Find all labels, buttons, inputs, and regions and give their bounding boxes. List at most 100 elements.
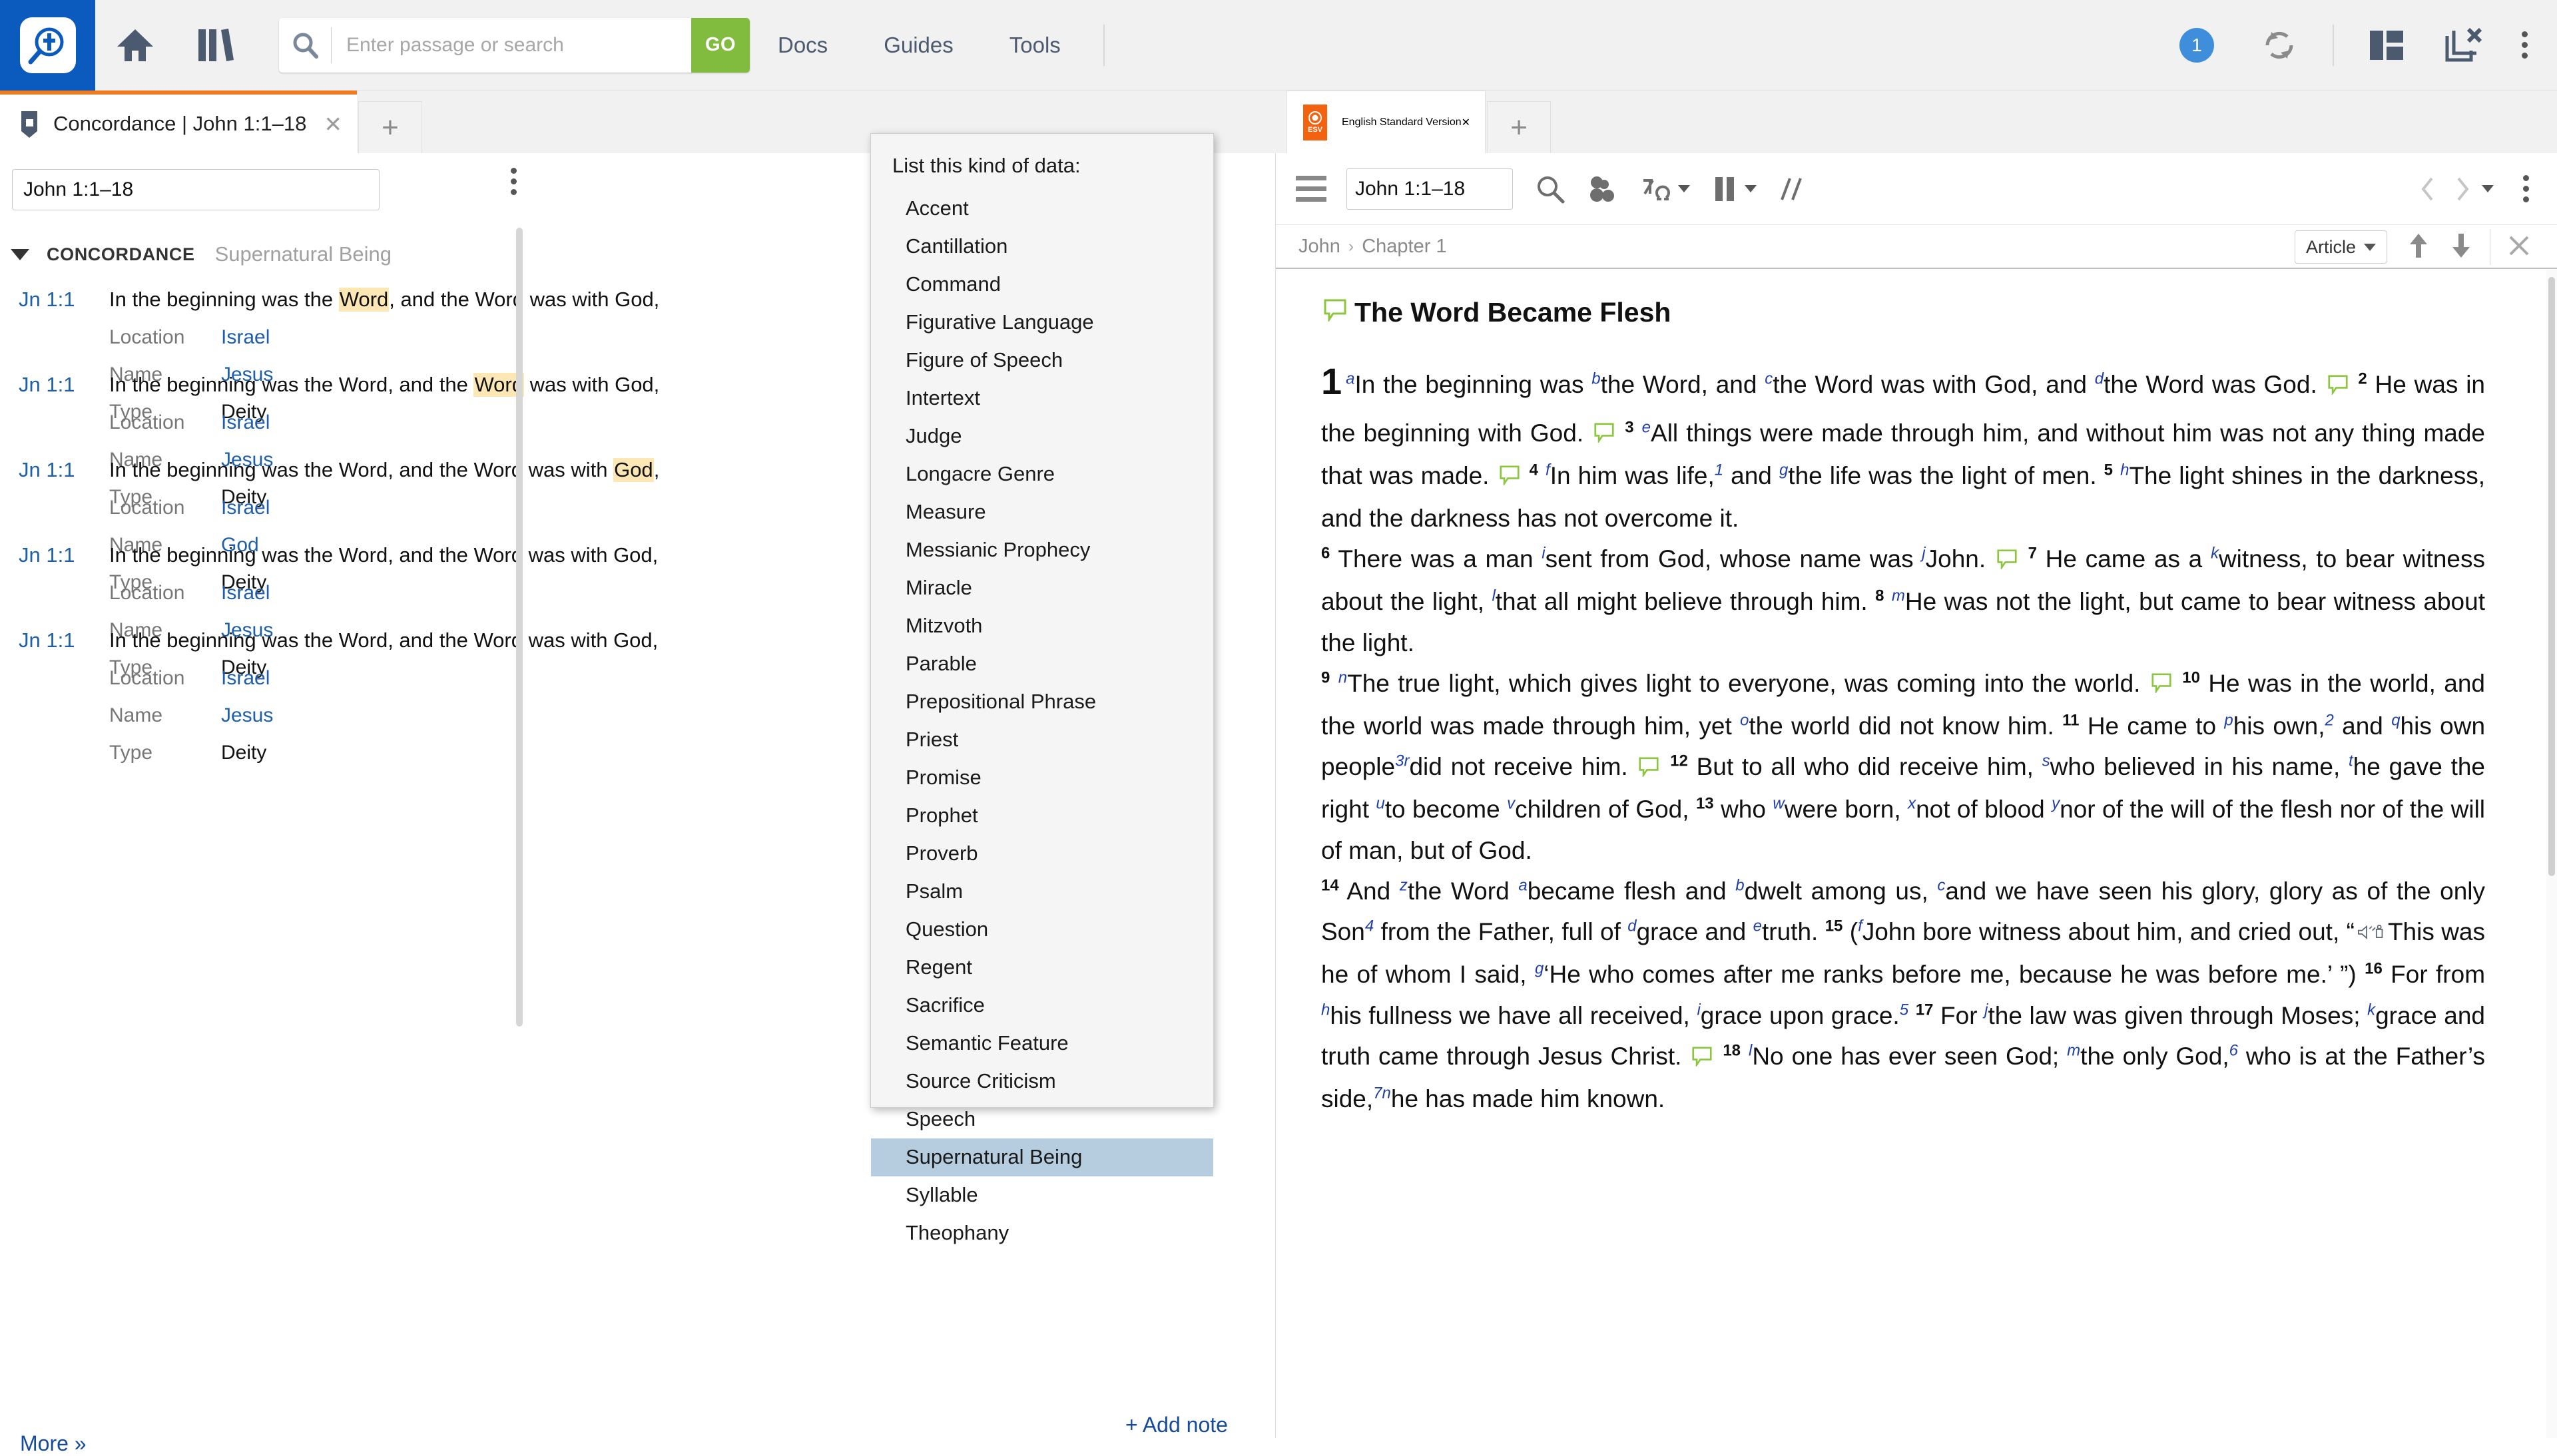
parallel-resource-button[interactable]	[1713, 174, 1757, 204]
breadcrumb-book[interactable]: John	[1298, 236, 1340, 258]
verse-snippet[interactable]: In the beginning was the Word, and the W…	[109, 458, 659, 482]
verse-number[interactable]: 2	[2358, 370, 2367, 388]
menu-item-question[interactable]: Question	[871, 911, 1213, 949]
note-bubble-icon[interactable]	[1499, 457, 1520, 497]
nav-link-docs[interactable]: Docs	[778, 33, 828, 58]
cross-reference-marker[interactable]: q	[2391, 712, 2400, 730]
cross-reference-marker[interactable]: s	[2042, 752, 2050, 770]
menu-item-promise[interactable]: Promise	[871, 759, 1213, 797]
cross-reference-marker[interactable]: h	[1321, 1001, 1330, 1019]
tab-concordance[interactable]: Concordance | John 1:1–18 ✕	[0, 91, 357, 153]
cross-reference-marker[interactable]: c	[1765, 370, 1773, 388]
verse-number[interactable]: 3	[1625, 419, 1633, 437]
note-bubble-icon[interactable]	[2151, 664, 2171, 705]
nav-link-tools[interactable]: Tools	[1009, 33, 1061, 58]
new-tab-button-left[interactable]: +	[358, 101, 422, 153]
cross-reference-marker[interactable]: o	[1740, 712, 1749, 730]
search-input[interactable]	[332, 17, 691, 73]
add-note-link[interactable]: + Add note	[1125, 1413, 1228, 1437]
menu-item-sacrifice[interactable]: Sacrifice	[871, 987, 1213, 1025]
cross-reference-marker[interactable]: n	[1382, 1085, 1391, 1102]
history-forward-button[interactable]	[2452, 174, 2472, 204]
attribute-value[interactable]: Israel	[221, 497, 270, 519]
menu-item-speech[interactable]: Speech	[871, 1100, 1213, 1138]
previous-article-button[interactable]	[2407, 231, 2430, 264]
footnote-marker[interactable]: 6	[2229, 1042, 2238, 1060]
verse-reference-link[interactable]: Jn 1:1	[19, 543, 80, 567]
verse-number[interactable]: 15	[1825, 917, 1843, 935]
tab-esv[interactable]: ESV English Standard Version ✕	[1286, 91, 1486, 153]
cross-reference-marker[interactable]: g	[1779, 461, 1788, 479]
cross-reference-marker[interactable]: d	[2095, 370, 2104, 388]
library-button[interactable]	[175, 0, 255, 91]
verse-number[interactable]: 6	[1321, 545, 1330, 563]
verse-snippet[interactable]: In the beginning was the Word, and the W…	[109, 288, 659, 312]
new-tab-button-right[interactable]: +	[1487, 101, 1552, 153]
verse-number[interactable]: 12	[1670, 752, 1688, 770]
cross-reference-marker[interactable]: a	[1518, 877, 1527, 895]
breadcrumb-chapter[interactable]: Chapter 1	[1362, 236, 1446, 258]
cross-reference-marker[interactable]: c	[1937, 877, 1945, 895]
menu-item-accent[interactable]: Accent	[871, 190, 1213, 228]
menu-item-parable[interactable]: Parable	[871, 645, 1213, 683]
visual-filters-button[interactable]	[1587, 175, 1617, 203]
menu-item-prophet[interactable]: Prophet	[871, 797, 1213, 835]
cross-reference-marker[interactable]: v	[1507, 795, 1515, 813]
next-article-button[interactable]	[2450, 231, 2472, 264]
cross-reference-marker[interactable]: w	[1773, 795, 1784, 813]
verse-number[interactable]: 8	[1875, 587, 1884, 605]
verse-snippet[interactable]: In the beginning was the Word, and the W…	[109, 373, 659, 397]
verse-number[interactable]: 17	[1916, 1001, 1934, 1019]
cross-reference-marker[interactable]: r	[1404, 752, 1409, 770]
data-type-dropdown-menu[interactable]: List this kind of data: Accent Cantillati…	[870, 133, 1214, 1244]
cross-reference-marker[interactable]: h	[2120, 461, 2129, 479]
menu-item-mitzvoth[interactable]: Mitzvoth	[871, 607, 1213, 645]
notification-badge[interactable]: 1	[2179, 27, 2214, 63]
note-bubble-icon[interactable]	[1324, 297, 1346, 328]
verse-reference-link[interactable]: Jn 1:1	[19, 458, 80, 482]
cross-reference-marker[interactable]: b	[1591, 370, 1600, 388]
footnote-marker[interactable]: 3	[1395, 752, 1404, 770]
left-scrollbar[interactable]	[514, 228, 525, 1426]
menu-item-source-criticism[interactable]: Source Criticism	[871, 1063, 1213, 1100]
attribute-value[interactable]: Jesus	[221, 704, 273, 727]
resource-search-button[interactable]	[1536, 174, 1565, 204]
verse-number[interactable]: 9	[1321, 669, 1330, 687]
attribute-value[interactable]: Israel	[221, 667, 270, 690]
sync-button[interactable]	[2261, 27, 2298, 64]
cross-reference-marker[interactable]: e	[1753, 917, 1762, 935]
cross-reference-marker[interactable]: e	[1642, 419, 1651, 437]
compare-versions-button[interactable]	[1779, 174, 1806, 204]
verse-number[interactable]: 16	[2365, 960, 2383, 978]
history-back-button[interactable]	[2418, 174, 2438, 204]
cross-reference-marker[interactable]: l	[1492, 587, 1495, 605]
search-go-button[interactable]: GO	[691, 17, 750, 73]
note-bubble-icon[interactable]	[1639, 748, 1659, 789]
cross-reference-marker[interactable]: u	[1376, 795, 1384, 813]
menu-item-syllable[interactable]: Syllable	[871, 1176, 1213, 1214]
cross-reference-marker[interactable]: t	[2349, 752, 2353, 770]
reference-input-left[interactable]	[12, 169, 380, 210]
cross-reference-marker[interactable]: x	[1908, 795, 1916, 813]
note-bubble-icon[interactable]	[1997, 541, 2017, 581]
attribute-value[interactable]: Israel	[221, 582, 270, 605]
article-scope-dropdown[interactable]: Article	[2294, 230, 2387, 264]
app-menu-button[interactable]	[2522, 31, 2528, 59]
tab-close-icon[interactable]: ✕	[324, 113, 342, 135]
verse-number[interactable]: 7	[2028, 545, 2037, 563]
verse-number[interactable]: 11	[2062, 712, 2079, 730]
verse-number[interactable]: 4	[1530, 461, 1538, 479]
note-bubble-icon[interactable]	[2327, 366, 2348, 407]
menu-item-prepositional-phrase[interactable]: Prepositional Phrase	[871, 683, 1213, 721]
cross-reference-marker[interactable]: b	[1735, 877, 1744, 895]
menu-item-proverb[interactable]: Proverb	[871, 835, 1213, 873]
tab-close-icon[interactable]: ✕	[1462, 116, 1470, 129]
cross-reference-marker[interactable]: k	[2211, 545, 2219, 563]
cross-reference-marker[interactable]: y	[2052, 795, 2060, 813]
verse-snippet[interactable]: In the beginning was the Word, and the W…	[109, 628, 658, 652]
verse-reference-link[interactable]: Jn 1:1	[19, 373, 80, 397]
cross-reference-marker[interactable]: l	[1749, 1042, 1752, 1060]
menu-item-regent[interactable]: Regent	[871, 949, 1213, 987]
menu-item-priest[interactable]: Priest	[871, 721, 1213, 759]
cross-reference-marker[interactable]: k	[2367, 1001, 2375, 1019]
